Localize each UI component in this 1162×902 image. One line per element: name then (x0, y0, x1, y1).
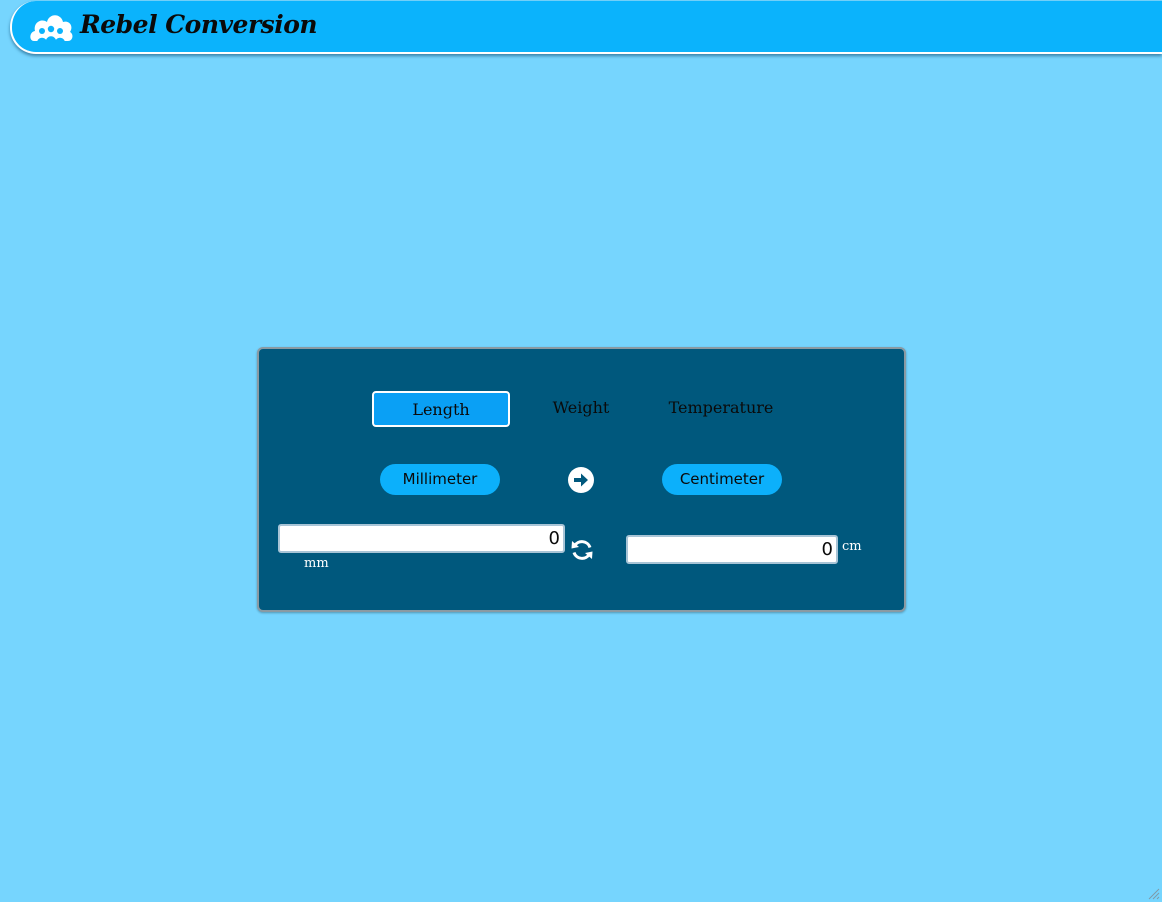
app-header: Rebel Conversion (10, 1, 1162, 54)
arrow-right-circle-icon (568, 467, 594, 493)
resize-grip-icon[interactable] (1148, 888, 1160, 900)
from-value-input[interactable] (278, 524, 565, 553)
tab-temperature[interactable]: Temperature (652, 391, 790, 427)
tab-weight[interactable]: Weight (512, 391, 650, 427)
to-value-input[interactable] (626, 535, 838, 564)
from-unit-button[interactable]: Millimeter (380, 464, 500, 495)
tab-length[interactable]: Length (372, 391, 510, 427)
cloud-logo-icon (30, 15, 73, 43)
to-unit-button[interactable]: Centimeter (662, 464, 782, 495)
to-unit-abbr: cm (842, 539, 862, 554)
converter-panel: Length Weight Temperature Millimeter Cen… (257, 347, 906, 612)
from-unit-abbr: mm (304, 556, 329, 571)
refresh-swap-icon[interactable] (570, 538, 594, 562)
brand-name: Rebel Conversion (80, 10, 318, 39)
